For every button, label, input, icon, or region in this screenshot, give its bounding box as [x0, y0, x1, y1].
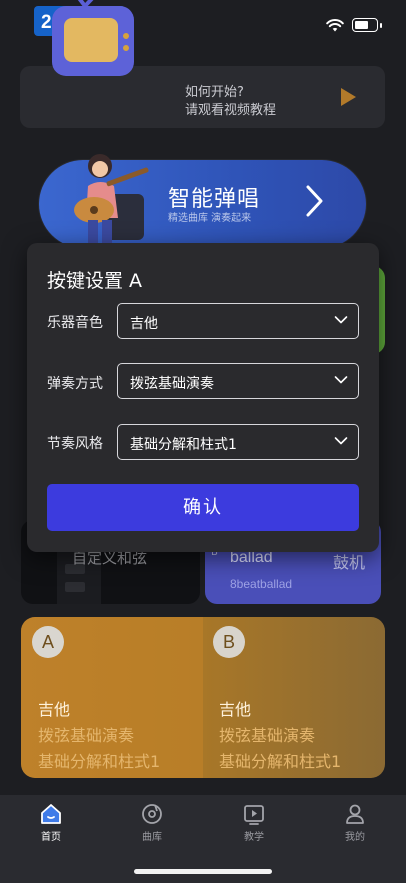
chevron-down-icon [334, 316, 348, 324]
home-indicator [134, 869, 272, 874]
play-mode-value: 拨弦基础演奏 [130, 376, 214, 392]
chevron-down-icon [334, 376, 348, 384]
instrument-tone-label: 乐器音色 [47, 315, 103, 331]
tab-library-label: 曲库 [142, 832, 162, 843]
key-a-instrument: 吉他 [38, 700, 71, 719]
dialog-title: 按键设置 A [47, 270, 143, 292]
drum-style-sub: 8beatballad [230, 577, 293, 591]
wifi-icon [326, 18, 344, 31]
tab-library[interactable]: 曲库 [127, 802, 177, 843]
key-b-instrument: 吉他 [219, 700, 252, 719]
battery-icon [352, 18, 378, 32]
tab-home-label: 首页 [41, 832, 61, 843]
tab-profile[interactable]: 我的 [330, 802, 380, 843]
key-a-badge: A [32, 626, 64, 658]
tv-icon [52, 0, 134, 76]
drum-machine-label: 鼓机 [333, 553, 366, 572]
banner-subtitle: 精选曲库 演奏起来 [168, 213, 252, 224]
disc-icon [142, 804, 162, 824]
tab-teaching[interactable]: 教学 [229, 802, 279, 843]
play-mode-label: 弹奏方式 [47, 376, 103, 392]
rhythm-style-value: 基础分解和柱式1 [130, 437, 237, 453]
tutorial-question: 如何开始? [185, 85, 244, 100]
play-mode-select[interactable]: 拨弦基础演奏 [117, 363, 359, 399]
chevron-right-icon [306, 185, 323, 217]
tab-home[interactable]: 首页 [26, 802, 76, 843]
key-b-badge: B [213, 626, 245, 658]
key-b-mode: 拨弦基础演奏 [219, 726, 316, 745]
person-icon [346, 804, 364, 824]
key-b-rhythm: 基础分解和柱式1 [219, 752, 342, 771]
key-a-mode: 拨弦基础演奏 [38, 726, 135, 745]
screen: 设备 23:24 如何开始? 请观看视频教程 [0, 0, 406, 883]
chevron-down-icon [334, 437, 348, 445]
confirm-button[interactable]: 确认 [47, 484, 359, 531]
tab-teaching-label: 教学 [244, 832, 264, 843]
tutorial-hint: 请观看视频教程 [185, 103, 277, 118]
key-a-rhythm: 基础分解和柱式1 [38, 752, 161, 771]
rhythm-style-label: 节奏风格 [47, 436, 103, 452]
guitar-player-illustration [74, 154, 149, 244]
rhythm-style-select[interactable]: 基础分解和柱式1 [117, 424, 359, 460]
status-icons [326, 18, 382, 32]
instrument-tone-value: 吉他 [130, 316, 158, 332]
video-icon [244, 805, 264, 825]
home-icon [41, 804, 61, 824]
play-icon[interactable] [339, 87, 357, 107]
tab-profile-label: 我的 [345, 832, 365, 843]
battery-tip [380, 22, 382, 28]
instrument-tone-select[interactable]: 吉他 [117, 303, 359, 339]
